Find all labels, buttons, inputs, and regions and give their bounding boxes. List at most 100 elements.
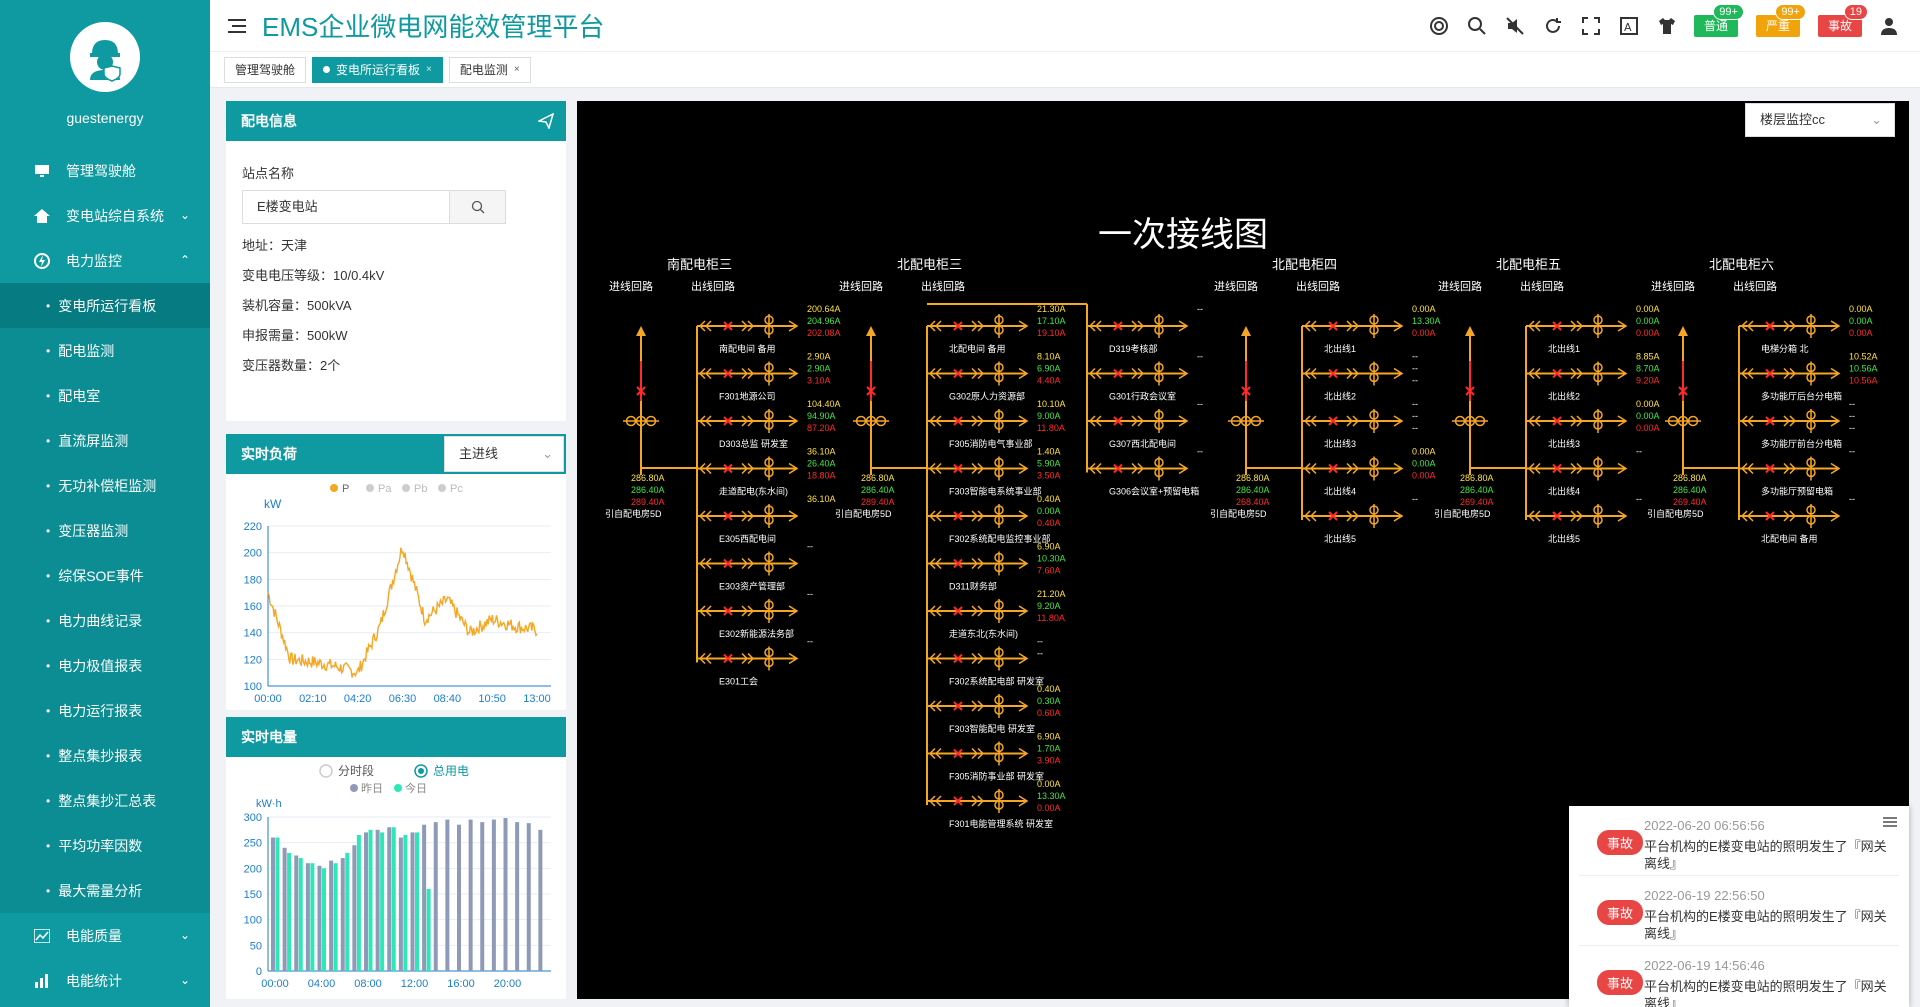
legend-marker[interactable] xyxy=(394,784,402,792)
sidebar-subitem-12[interactable]: 平均功率因数 xyxy=(0,823,210,868)
legend-marker[interactable] xyxy=(402,484,410,492)
feeder-4-4[interactable]: 北配电间 备用 -- xyxy=(1739,494,1855,544)
feeder-2-3[interactable]: 北出线4 0.00A 0.00A 0.00A xyxy=(1302,447,1436,497)
send-icon[interactable] xyxy=(536,112,555,132)
alarm-button-0[interactable]: 普通 99+ xyxy=(1693,4,1744,37)
feeder-0-6[interactable]: E302新能源法务部 -- xyxy=(697,589,813,639)
sidebar-subitem-13[interactable]: 最大需量分析 xyxy=(0,868,210,913)
sidebar-item-2[interactable]: 电力监控 ⌃ xyxy=(0,238,210,283)
feeder-0-2[interactable]: D303总监 研发室 104.40A 94.90A 87.20A xyxy=(697,399,841,449)
sidebar-subitem-1[interactable]: 配电监测 xyxy=(0,328,210,373)
feeder-1b-0[interactable]: D319考核部 -- xyxy=(1087,304,1203,354)
sidebar-subitem-5[interactable]: 变压器监测 xyxy=(0,508,210,553)
radio-0[interactable] xyxy=(319,764,333,778)
legend-marker[interactable] xyxy=(330,484,338,492)
sidebar-item-11[interactable]: 电能统计 ⌄ xyxy=(0,958,210,1003)
feeder-1-9[interactable]: F305消防事业部 研发室 6.90A 1.70A 3.90A xyxy=(927,732,1061,782)
feeder-0-5[interactable]: E303资产管理部 -- xyxy=(697,542,813,592)
feeder-2-0[interactable]: 北出线1 0.00A 13.30A 0.00A xyxy=(1302,304,1441,354)
feeder-2-2[interactable]: 北出线3 -- -- -- xyxy=(1302,399,1418,449)
sidebar-subitem-10[interactable]: 整点集抄报表 xyxy=(0,733,210,778)
sidebar-item-10[interactable]: 电能质量 ⌄ xyxy=(0,913,210,958)
user-avatar[interactable] xyxy=(70,22,140,92)
feeder-4-2[interactable]: 多功能厅前台分电箱 -- -- -- xyxy=(1739,399,1855,449)
feeder-0-3[interactable]: 走道配电(东水间) 36.10A 26.40A 18.80A xyxy=(697,447,836,497)
feeder-0-1[interactable]: F301地源公司 2.90A 2.90A 3.10A xyxy=(697,352,831,402)
feeder-1-10[interactable]: F301电能管理系统 研发室 0.00A 13.30A 0.00A xyxy=(927,779,1066,829)
feeder-0-0[interactable]: 南配电间 备用 200.64A 204.96A 202.08A xyxy=(697,304,841,354)
sidebar-subitem-4[interactable]: 无功补偿柜监测 xyxy=(0,463,210,508)
station-input[interactable]: E楼变电站 xyxy=(243,191,449,223)
translate-icon[interactable]: A xyxy=(1618,15,1640,37)
feeder-1b-1[interactable]: G301行政会议室 -- xyxy=(1087,352,1203,402)
station-search-button[interactable] xyxy=(449,191,505,223)
sidebar-subitem-9[interactable]: 电力运行报表 xyxy=(0,688,210,733)
event-item[interactable]: 2022-06-20 06:56:56 事故 平台机构的E楼变电站的照明发生了『网关… xyxy=(1579,806,1899,876)
menu-toggle-icon[interactable] xyxy=(228,16,248,36)
sidebar-subitem-2[interactable]: 配电室 xyxy=(0,373,210,418)
legend-marker[interactable] xyxy=(438,484,446,492)
feeder-1-1[interactable]: G302原人力资源部 8.10A 6.90A 4.40A xyxy=(927,352,1061,402)
feeder-1-4[interactable]: F302系统配电监控事业部 0.40A 0.00A 0.40A xyxy=(927,494,1061,544)
feeder-1-6[interactable]: 走道东北(东水间) 21.20A 9.20A 11.80A xyxy=(927,589,1066,639)
sidebar-subitem-8[interactable]: 电力极值报表 xyxy=(0,643,210,688)
mute-icon[interactable] xyxy=(1504,15,1526,37)
tab-2[interactable]: 配电监测 × xyxy=(448,56,531,83)
sidebar-item-0[interactable]: 管理驾驶舱 xyxy=(0,148,210,193)
feeder-1-5[interactable]: D311财务部 6.90A 10.30A 7.60A xyxy=(927,542,1066,592)
sidebar-subitem-7[interactable]: 电力曲线记录 xyxy=(0,598,210,643)
tab-close-icon[interactable]: × xyxy=(426,57,432,83)
radio-label-0[interactable]: 分时段 xyxy=(338,763,374,778)
tab-close-icon[interactable]: × xyxy=(514,57,520,83)
feeder-3-0[interactable]: 北出线1 0.00A 0.00A 0.00A xyxy=(1526,304,1660,354)
feeder-1b-2[interactable]: G307西北配电间 -- xyxy=(1087,399,1203,449)
feeder-4-0[interactable]: 电梯分箱 北 0.00A 0.00A 0.00A xyxy=(1739,304,1873,354)
feeder-3-3[interactable]: 北出线4 -- xyxy=(1526,447,1642,497)
tab-0[interactable]: 管理驾驶舱 xyxy=(224,56,307,83)
load-line-select[interactable]: 主进线 ⌄ xyxy=(444,436,564,472)
feeder-3-4[interactable]: 北出线5 -- xyxy=(1526,494,1642,544)
feeder-1-2[interactable]: F305消防电气事业部 10.10A 9.00A 11.80A xyxy=(927,399,1066,449)
event-item[interactable]: 2022-06-19 14:56:46 事故 平台机构的E楼变电站的照明发生了『网关… xyxy=(1579,946,1899,1007)
legend-label-P[interactable]: P xyxy=(342,483,349,495)
tab-1[interactable]: 变电所运行看板 × xyxy=(312,56,443,83)
sidebar-subitem-11[interactable]: 整点集抄汇总表 xyxy=(0,778,210,823)
sidebar-item-1[interactable]: 变电站综自系统 ⌄ xyxy=(0,193,210,238)
theme-icon[interactable] xyxy=(1656,15,1678,37)
feeder-3-2[interactable]: 北出线3 0.00A 0.00A 0.00A xyxy=(1526,399,1660,449)
legend-label-0[interactable]: 昨日 xyxy=(361,782,383,795)
refresh-icon[interactable] xyxy=(1542,15,1564,37)
feeder-4-3[interactable]: 多功能厅预留电箱 -- xyxy=(1739,447,1855,497)
event-item[interactable]: 2022-06-19 22:56:50 事故 平台机构的E楼变电站的照明发生了『网关… xyxy=(1579,876,1899,946)
sidebar-subitem-0[interactable]: 变电所运行看板 xyxy=(0,283,210,328)
alarm-button-1[interactable]: 严重 99+ xyxy=(1755,4,1806,37)
fullscreen-icon[interactable] xyxy=(1580,15,1602,37)
feeder-4-1[interactable]: 多功能厅后台分电箱 10.52A 10.56A 10.56A xyxy=(1739,352,1878,402)
legend-label-Pa[interactable]: Pa xyxy=(378,483,392,495)
feeder-2-4[interactable]: 北出线5 -- xyxy=(1302,494,1418,544)
feeder-3-1[interactable]: 北出线2 8.85A 8.70A 9.20A xyxy=(1526,352,1660,402)
incoming-value: 268.40A xyxy=(1236,497,1270,507)
feeder-1-3[interactable]: F303智能电系统事业部 1.40A 5.90A 3.50A xyxy=(927,447,1061,497)
feeder-2-1[interactable]: 北出线2 -- -- -- xyxy=(1302,352,1418,402)
radio-label-1[interactable]: 总用电 xyxy=(433,764,469,778)
sidebar-subitem-6[interactable]: 综保SOE事件 xyxy=(0,553,210,598)
legend-label-Pb[interactable]: Pb xyxy=(414,483,427,495)
feeder-1b-3[interactable]: G306会议室+预留电箱 -- xyxy=(1087,447,1203,497)
support-icon[interactable] xyxy=(1428,15,1450,37)
feeder-0-4[interactable]: E305西配电间 36.10A xyxy=(697,494,836,544)
sidebar-subitem-3[interactable]: 直流屏监测 xyxy=(0,418,210,463)
feeder-1-8[interactable]: F303智能配电 研发室 0.40A 0.30A 0.60A xyxy=(927,684,1061,734)
feeder-1-7[interactable]: F302系统配电部 研发室 -- -- xyxy=(927,637,1044,687)
legend-marker[interactable] xyxy=(350,784,358,792)
floor-select[interactable]: 楼层监控cc ⌄ xyxy=(1745,103,1895,137)
legend-marker[interactable] xyxy=(366,484,374,492)
search-icon[interactable] xyxy=(1466,15,1488,37)
alarm-button-2[interactable]: 事故 19 xyxy=(1817,4,1868,37)
user-icon[interactable] xyxy=(1878,15,1900,37)
legend-label-1[interactable]: 今日 xyxy=(405,781,427,795)
feeder-0-7[interactable]: E301工会 -- xyxy=(697,637,813,687)
chevron-icon: ⌃ xyxy=(179,253,190,267)
feeder-1-0[interactable]: 北配电间 备用 21.30A 17.10A 19.10A xyxy=(927,304,1066,354)
legend-label-Pc[interactable]: Pc xyxy=(450,483,463,495)
